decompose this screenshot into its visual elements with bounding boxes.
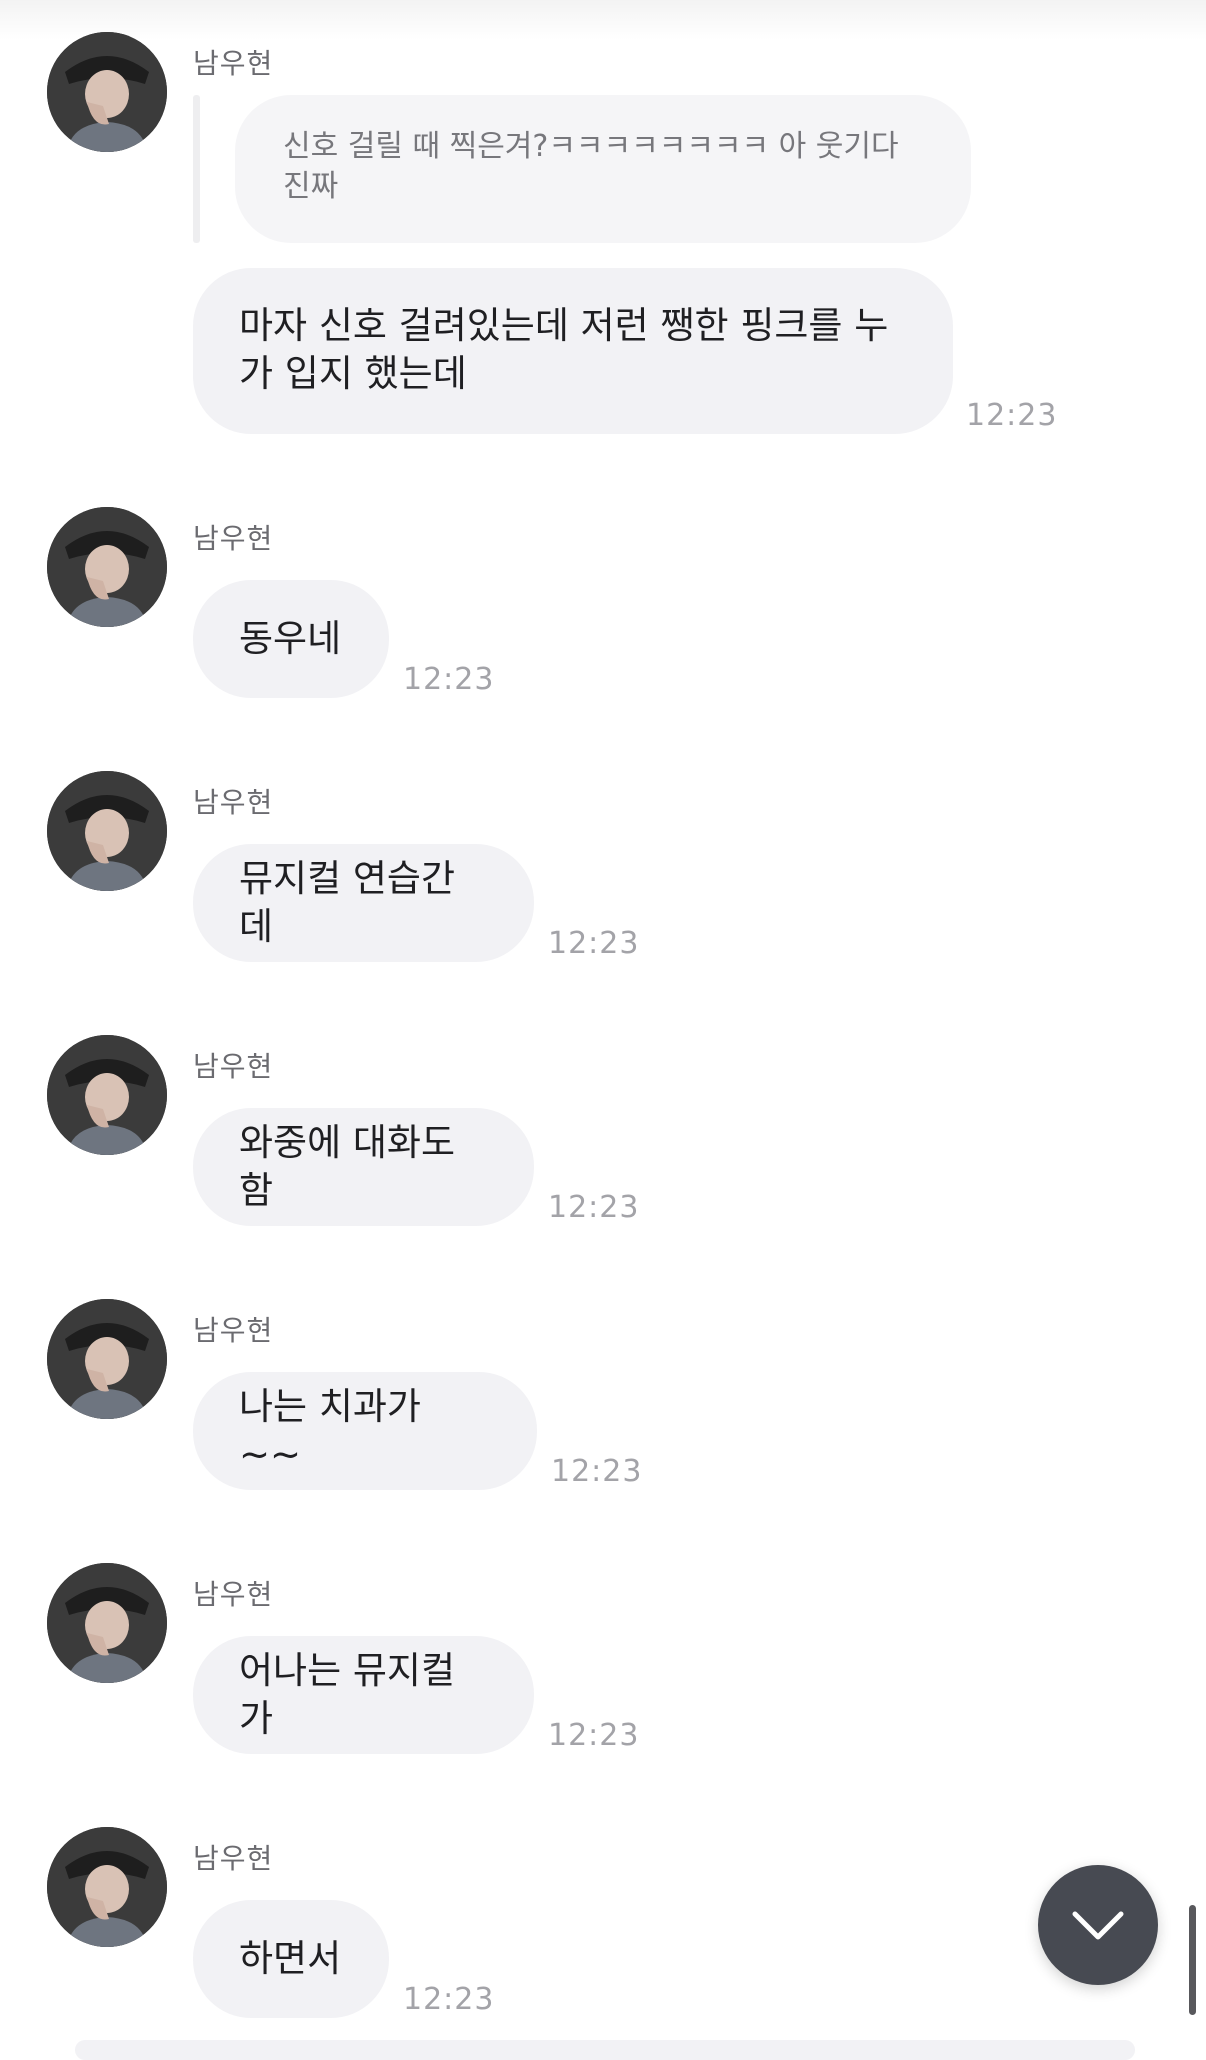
sender-avatar[interactable] xyxy=(47,32,167,152)
sender-name: 남우현 xyxy=(193,1578,274,1611)
message-time: 12:23 xyxy=(548,1190,640,1225)
reply-quote[interactable]: 신호 걸릴 때 찍은겨?ㅋㅋㅋㅋㅋㅋㅋㅋ 아 웃기다 진짜 xyxy=(235,95,971,243)
message-bubble[interactable]: 어나는 뮤지컬가 xyxy=(193,1636,534,1754)
message-time: 12:23 xyxy=(548,1718,640,1753)
message-bubble[interactable]: 마자 신호 걸려있는데 저런 쨍한 핑크를 누가 입지 했는데 xyxy=(193,268,953,434)
scrollbar[interactable] xyxy=(1189,1905,1196,2015)
avatar-photo-icon xyxy=(47,1827,167,1947)
message-bubble[interactable]: 나는 치과가 ~~ xyxy=(193,1372,537,1490)
message-bubble[interactable]: 와중에 대화도함 xyxy=(193,1108,534,1226)
sender-name: 남우현 xyxy=(193,1050,274,1083)
avatar-photo-icon xyxy=(47,507,167,627)
avatar-photo-icon xyxy=(47,1563,167,1683)
message-bubble[interactable]: 뮤지컬 연습간데 xyxy=(193,844,534,962)
message-time: 12:23 xyxy=(548,926,640,961)
sender-name: 남우현 xyxy=(193,1314,274,1347)
avatar-photo-icon xyxy=(47,1299,167,1419)
sender-avatar[interactable] xyxy=(47,1035,167,1155)
message-time: 12:23 xyxy=(403,662,495,697)
avatar-photo-icon xyxy=(47,771,167,891)
sender-avatar[interactable] xyxy=(47,1827,167,1947)
top-fade xyxy=(0,0,1206,40)
scroll-to-bottom-button[interactable] xyxy=(1038,1865,1158,1985)
sender-avatar[interactable] xyxy=(47,507,167,627)
sender-name: 남우현 xyxy=(193,1842,274,1875)
sender-name: 남우현 xyxy=(193,47,274,80)
sender-name: 남우현 xyxy=(193,786,274,819)
avatar-photo-icon xyxy=(47,1035,167,1155)
avatar-photo-icon xyxy=(47,32,167,152)
sender-avatar[interactable] xyxy=(47,771,167,891)
sender-avatar[interactable] xyxy=(47,1299,167,1419)
next-bubble-edge xyxy=(75,2040,1135,2060)
sender-avatar[interactable] xyxy=(47,1563,167,1683)
message-time: 12:23 xyxy=(551,1454,643,1489)
sender-name: 남우현 xyxy=(193,522,274,555)
reply-quote-bar xyxy=(193,95,200,243)
message-bubble[interactable]: 하면서 xyxy=(193,1900,389,2018)
message-time: 12:23 xyxy=(403,1982,495,2017)
message-bubble[interactable]: 동우네 xyxy=(193,580,389,698)
message-time: 12:23 xyxy=(966,398,1058,433)
chevron-down-icon xyxy=(1072,1911,1124,1940)
